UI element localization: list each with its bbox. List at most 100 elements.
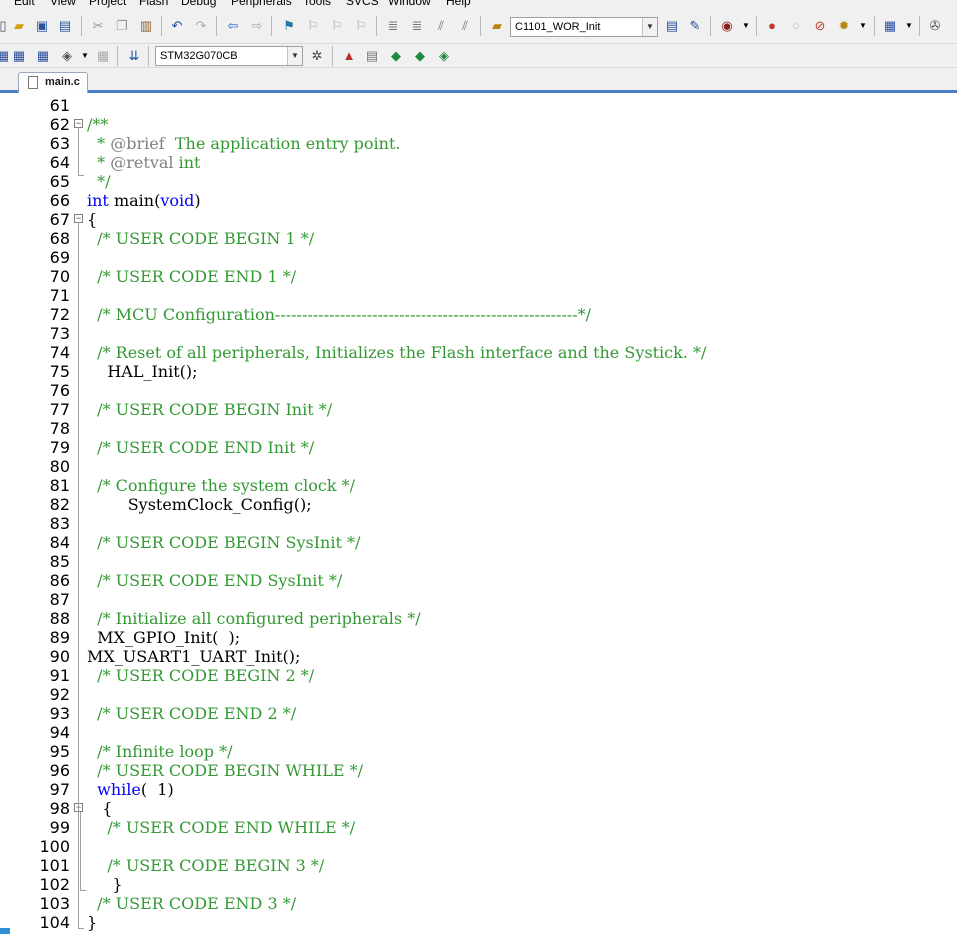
token-plain: {	[87, 210, 98, 229]
window-layout-icon[interactable]: ▦	[881, 17, 899, 35]
redo-icon[interactable]: ↷	[192, 17, 210, 35]
code-text: */	[87, 172, 111, 191]
token-comment: *	[87, 134, 111, 153]
chevron-down-icon[interactable]: ▼	[900, 17, 918, 35]
toolbar-separator	[271, 16, 272, 36]
line-number: 72	[49, 305, 70, 324]
save-icon[interactable]: ▣	[33, 17, 51, 35]
build-icon[interactable]: ▦	[10, 47, 28, 65]
menu-project[interactable]: Project	[89, 0, 126, 8]
code-text: HAL_Init();	[87, 362, 197, 381]
find-icon[interactable]: ▤	[663, 17, 681, 35]
device-combo[interactable]: STM32G070CB ▼	[155, 46, 303, 66]
configure-wrench-icon[interactable]: ✇	[926, 17, 944, 35]
chevron-down-icon[interactable]: ▼	[642, 18, 657, 36]
menu-help[interactable]: Help	[446, 0, 471, 8]
menu-window[interactable]: Window	[388, 0, 431, 8]
manage-runtime-environment-icon[interactable]: ◈	[435, 47, 453, 65]
chevron-down-icon[interactable]: ▼	[76, 47, 94, 65]
menu-svcs[interactable]: SVCS	[346, 0, 379, 8]
toolbar-separator	[480, 16, 481, 36]
target-options-icon[interactable]: ✲	[308, 47, 326, 65]
menu-edit[interactable]: Edit	[14, 0, 35, 8]
fold-guide	[80, 812, 81, 890]
chevron-down-icon[interactable]: ▼	[737, 17, 755, 35]
line-number: 99	[49, 818, 70, 837]
line-number: 91	[49, 666, 70, 685]
rebuild-icon[interactable]: ▦	[34, 47, 52, 65]
token-comment: /* USER CODE END WHILE */	[87, 818, 356, 837]
menu-debug[interactable]: Debug	[181, 0, 216, 8]
code-text: while( 1)	[87, 780, 174, 799]
token-comment: /* Reset of all peripherals, Initializes…	[87, 343, 707, 362]
line-number: 73	[49, 324, 70, 343]
uncomment-icon[interactable]: ⫽	[456, 17, 474, 35]
paste-icon[interactable]: ▥	[137, 17, 155, 35]
menu-flash[interactable]: Flash	[139, 0, 168, 8]
code-text: /* USER CODE BEGIN SysInit */	[87, 533, 360, 552]
toolbar-separator	[710, 16, 711, 36]
token-comment: */	[87, 172, 111, 191]
find-in-files-icon[interactable]: ▰	[488, 17, 506, 35]
disable-breakpoint-icon[interactable]: ○	[787, 17, 805, 35]
token-comment: /* Initialize all configured peripherals…	[87, 609, 421, 628]
device-combo-value: STM32G070CB	[160, 50, 238, 62]
navigate-forward-icon[interactable]: ⇨	[248, 17, 266, 35]
code-editor[interactable]: 61 62−/** 63 * @brief The application entr…	[0, 96, 957, 934]
token-comment: /* USER CODE END 1 */	[87, 267, 297, 286]
undo-icon[interactable]: ↶	[168, 17, 186, 35]
file-extensions-icon[interactable]: ▤	[363, 47, 381, 65]
replace-icon[interactable]: ✎	[686, 17, 704, 35]
next-bookmark-icon[interactable]: ⚐	[328, 17, 346, 35]
token-comment: /* USER CODE BEGIN 2 */	[87, 666, 315, 685]
chevron-down-icon[interactable]: ▼	[854, 17, 872, 35]
line-number: 88	[49, 609, 70, 628]
zoom-icon[interactable]: ◉	[718, 17, 736, 35]
token-comment: /* Infinite loop */	[87, 742, 233, 761]
line-number: 76	[49, 381, 70, 400]
menu-bar: Edit View Project Flash Debug Peripheral…	[0, 0, 957, 8]
code-text: /* USER CODE END 2 */	[87, 704, 296, 723]
clear-breakpoints-icon[interactable]: ⊘	[811, 17, 829, 35]
line-number: 101	[39, 856, 70, 875]
open-folder-icon[interactable]: ▰	[10, 17, 28, 35]
prev-bookmark-icon[interactable]: ⚐	[304, 17, 322, 35]
clear-bookmarks-icon[interactable]: ⚐	[352, 17, 370, 35]
target-combo[interactable]: C1101_WOR_Init ▼	[510, 17, 658, 37]
indent-icon[interactable]: ≣	[384, 17, 402, 35]
fold-guide-end	[78, 175, 84, 176]
tab-label: main.c	[45, 76, 80, 88]
tab-main-c[interactable]: main.c	[18, 72, 88, 93]
comment-icon[interactable]: ⫽	[432, 17, 450, 35]
cut-icon[interactable]: ✂	[89, 17, 107, 35]
stop-build-icon[interactable]: ▦	[94, 47, 112, 65]
unindent-icon[interactable]: ≣	[408, 17, 426, 35]
code-text: /* USER CODE BEGIN 1 */	[87, 229, 314, 248]
debug-options-icon[interactable]: ✹	[835, 17, 853, 35]
token-comment: /* USER CODE END 2 */	[87, 704, 297, 723]
menu-tools[interactable]: Tools	[303, 0, 331, 8]
line-number: 98	[49, 799, 70, 818]
menu-peripherals[interactable]: Peripherals	[231, 0, 292, 8]
code-text: /* USER CODE END Init */	[87, 438, 314, 457]
load-download-icon[interactable]: ⇊	[125, 47, 143, 65]
line-number: 81	[49, 476, 70, 495]
fold-guide-end	[80, 890, 86, 891]
line-number: 90	[49, 647, 70, 666]
save-all-icon[interactable]: ▤	[56, 17, 74, 35]
chevron-down-icon[interactable]: ▼	[287, 47, 302, 65]
select-packs-icon[interactable]: ◆	[411, 47, 429, 65]
bookmark-icon[interactable]: ⚑	[280, 17, 298, 35]
fold-guide	[78, 127, 79, 175]
manage-project-items-icon[interactable]: ▲	[340, 47, 358, 65]
batch-build-icon[interactable]: ◈	[58, 47, 76, 65]
line-number: 68	[49, 229, 70, 248]
copy-icon[interactable]: ❐	[113, 17, 131, 35]
pack-installer-icon[interactable]: ◆	[387, 47, 405, 65]
breakpoint-icon[interactable]: ●	[763, 17, 781, 35]
navigate-back-icon[interactable]: ⇦	[224, 17, 242, 35]
line-number: 64	[49, 153, 70, 172]
token-comment: /* USER CODE BEGIN WHILE */	[87, 761, 363, 780]
menu-view[interactable]: View	[50, 0, 76, 8]
code-text: * @retval int	[87, 153, 200, 172]
